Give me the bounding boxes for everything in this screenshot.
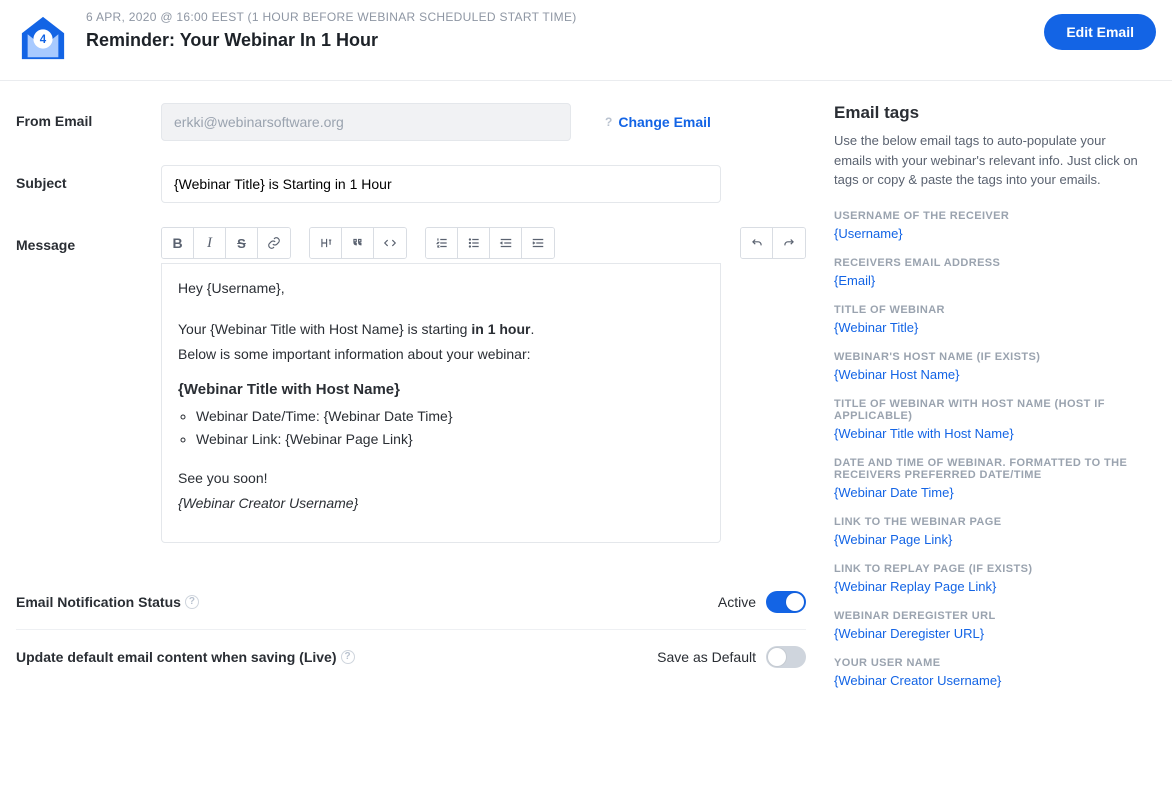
badge-number: 4	[40, 34, 47, 46]
email-tag: DATE AND TIME OF WEBINAR. FORMATTED TO T…	[834, 457, 1144, 500]
ordered-list-button[interactable]	[426, 228, 458, 258]
email-tag-value[interactable]: {Webinar Title}	[834, 320, 1144, 335]
heading-button[interactable]	[310, 228, 342, 258]
page-title: Reminder: Your Webinar In 1 Hour	[86, 30, 577, 51]
code-button[interactable]	[374, 228, 406, 258]
email-tag-label: TITLE OF WEBINAR	[834, 304, 1144, 316]
email-tag-label: WEBINAR DEREGISTER URL	[834, 610, 1144, 622]
email-tag: TITLE OF WEBINAR {Webinar Title}	[834, 304, 1144, 335]
email-tag: USERNAME OF THE RECEIVER {Username}	[834, 210, 1144, 241]
notification-status-label: Email Notification Status ?	[16, 594, 199, 610]
email-tag-value[interactable]: {Webinar Creator Username}	[834, 673, 1144, 688]
email-tag: WEBINAR'S HOST NAME (IF EXISTS) {Webinar …	[834, 351, 1144, 382]
redo-button[interactable]	[773, 228, 805, 258]
editor-toolbar: B I S	[161, 227, 806, 259]
msg-greeting: Hey {Username},	[178, 278, 704, 299]
outdent-button[interactable]	[490, 228, 522, 258]
indent-button[interactable]	[522, 228, 554, 258]
notification-status-value: Active	[718, 594, 756, 610]
quote-button[interactable]	[342, 228, 374, 258]
subject-input[interactable]	[161, 165, 721, 203]
email-tag-value[interactable]: {Webinar Title with Host Name}	[834, 426, 1144, 441]
envelope-badge-icon: 4	[16, 12, 70, 66]
italic-button[interactable]: I	[194, 228, 226, 258]
help-icon[interactable]: ?	[185, 595, 199, 609]
email-tag-value[interactable]: {Email}	[834, 273, 1144, 288]
bullet-list-button[interactable]	[458, 228, 490, 258]
email-tag-label: WEBINAR'S HOST NAME (IF EXISTS)	[834, 351, 1144, 363]
email-tags-title: Email tags	[834, 103, 1144, 123]
email-tag-value[interactable]: {Webinar Date Time}	[834, 485, 1144, 500]
email-tag-label: LINK TO REPLAY PAGE (IF EXISTS)	[834, 563, 1144, 575]
bold-button[interactable]: B	[162, 228, 194, 258]
link-button[interactable]	[258, 228, 290, 258]
strike-button[interactable]: S	[226, 228, 258, 258]
from-email-label: From Email	[16, 103, 161, 141]
email-tag-label: LINK TO THE WEBINAR PAGE	[834, 516, 1144, 528]
email-tag: TITLE OF WEBINAR WITH HOST NAME (HOST IF…	[834, 398, 1144, 441]
edit-email-button[interactable]: Edit Email	[1044, 14, 1156, 50]
notification-status-toggle[interactable]	[766, 591, 806, 613]
email-tag-label: TITLE OF WEBINAR WITH HOST NAME (HOST IF…	[834, 398, 1144, 422]
help-icon: ?	[605, 115, 612, 129]
email-tag-label: RECEIVERS EMAIL ADDRESS	[834, 257, 1144, 269]
email-tag: LINK TO THE WEBINAR PAGE {Webinar Page Li…	[834, 516, 1144, 547]
save-default-label: Update default email content when saving…	[16, 649, 355, 665]
email-tag-value[interactable]: {Webinar Deregister URL}	[834, 626, 1144, 641]
email-tag-label: YOUR USER NAME	[834, 657, 1144, 669]
message-label: Message	[16, 227, 161, 543]
save-default-value: Save as Default	[657, 649, 756, 665]
email-tag-value[interactable]: {Webinar Replay Page Link}	[834, 579, 1144, 594]
from-email-field: erkki@webinarsoftware.org	[161, 103, 571, 141]
email-tag-value[interactable]: {Webinar Host Name}	[834, 367, 1144, 382]
email-tag-label: DATE AND TIME OF WEBINAR. FORMATTED TO T…	[834, 457, 1144, 481]
email-tag: WEBINAR DEREGISTER URL {Webinar Deregiste…	[834, 610, 1144, 641]
email-tag-value[interactable]: {Username}	[834, 226, 1144, 241]
undo-button[interactable]	[741, 228, 773, 258]
email-tag: LINK TO REPLAY PAGE (IF EXISTS) {Webinar …	[834, 563, 1144, 594]
help-icon[interactable]: ?	[341, 650, 355, 664]
save-default-toggle[interactable]	[766, 646, 806, 668]
email-tags-desc: Use the below email tags to auto-populat…	[834, 131, 1144, 190]
email-tag: YOUR USER NAME {Webinar Creator Username}	[834, 657, 1144, 688]
schedule-timestamp: 6 APR, 2020 @ 16:00 EEST (1 HOUR BEFORE …	[86, 10, 577, 24]
message-editor[interactable]: Hey {Username}, Your {Webinar Title with…	[161, 263, 721, 543]
email-tag-value[interactable]: {Webinar Page Link}	[834, 532, 1144, 547]
email-tag: RECEIVERS EMAIL ADDRESS {Email}	[834, 257, 1144, 288]
subject-label: Subject	[16, 165, 161, 203]
email-tag-label: USERNAME OF THE RECEIVER	[834, 210, 1144, 222]
change-email-link[interactable]: ? Change Email	[605, 114, 711, 130]
